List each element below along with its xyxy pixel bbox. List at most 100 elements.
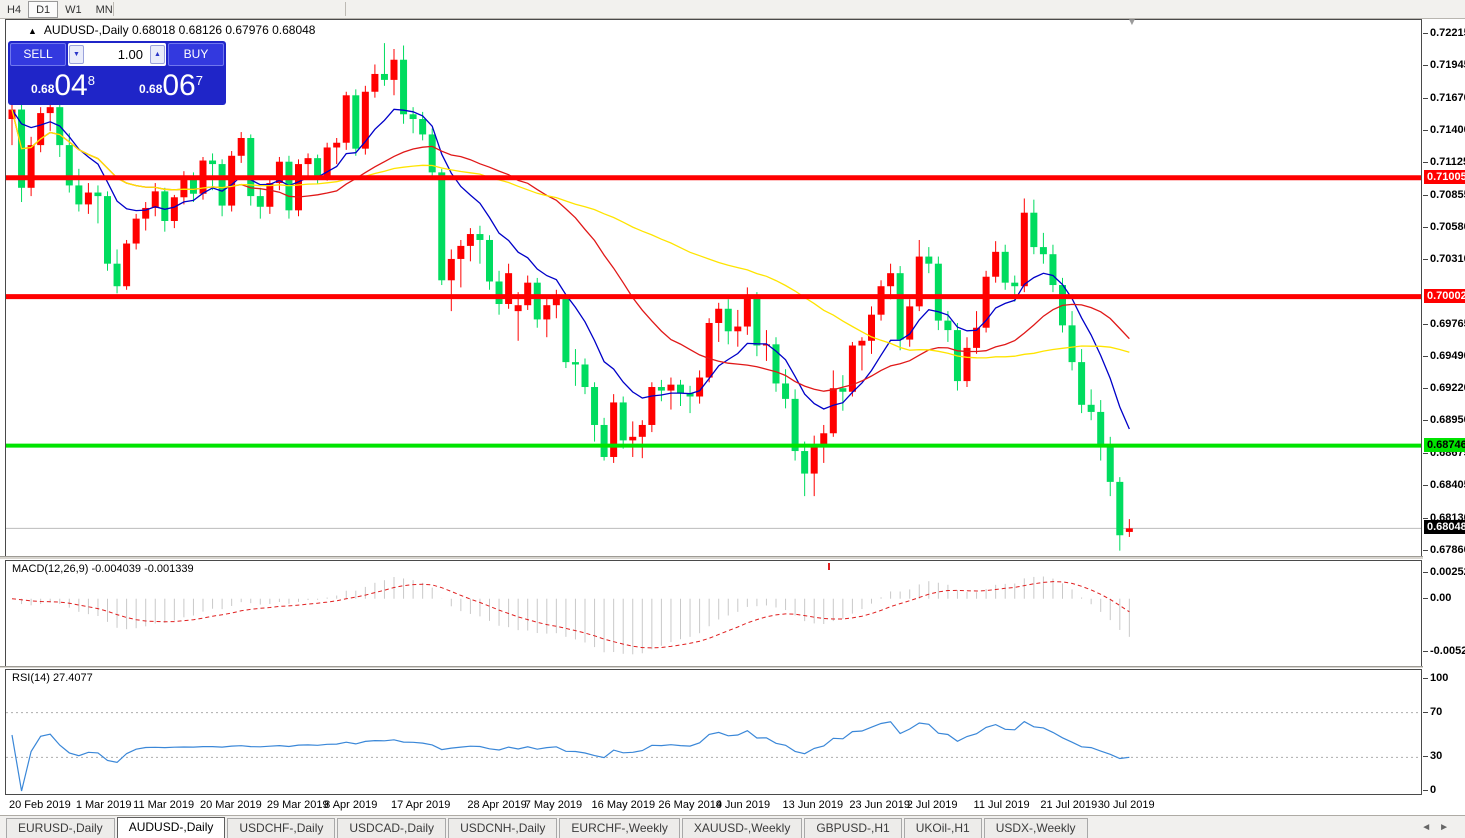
macd-label: MACD(12,26,9) -0.004039 -0.001339 — [12, 563, 194, 575]
collapse-arrow-icon[interactable]: ▲ — [28, 26, 37, 36]
timeframe-button-w1[interactable]: W1 — [58, 2, 89, 19]
chart-tab-usdx-weekly[interactable]: USDX-,Weekly — [984, 818, 1088, 838]
chart-tab-usdcnh-daily[interactable]: USDCNH-,Daily — [448, 818, 557, 838]
date-label: 23 Jun 2019 — [849, 799, 910, 811]
sell-button[interactable]: SELL — [10, 43, 66, 66]
toolbar-separator — [345, 2, 346, 16]
axis-tick — [1423, 388, 1428, 389]
buy-button[interactable]: BUY — [168, 43, 224, 66]
buy-price-prefix: 0.68 — [139, 82, 162, 96]
panel-splitter[interactable] — [0, 556, 1465, 560]
candle-body — [1002, 252, 1009, 283]
chart-tab-gbpusd-h1[interactable]: GBPUSD-,H1 — [804, 818, 901, 838]
chart-tab-xauusd-weekly[interactable]: XAUUSD-,Weekly — [682, 818, 802, 838]
chart-shift-marker-icon[interactable]: ▼ — [1127, 17, 1137, 28]
chart-tab-eurchf-weekly[interactable]: EURCHF-,Weekly — [559, 818, 679, 838]
rsi-label: RSI(14) 27.4077 — [12, 672, 93, 684]
candle-body — [648, 387, 655, 425]
tab-scroll-right-icon[interactable]: ► — [1439, 822, 1457, 833]
axis-tick — [1423, 259, 1428, 260]
volume-stepper: ▼ ▲ — [68, 43, 166, 66]
axis-tick — [1423, 33, 1428, 34]
price-axis[interactable]: 0.722150.719450.716700.714000.711250.708… — [1423, 19, 1465, 815]
panel-splitter[interactable] — [0, 666, 1465, 669]
candle-body — [1116, 482, 1123, 535]
date-label: 13 Jun 2019 — [783, 799, 844, 811]
buy-price-display[interactable]: 0.68 06 7 — [118, 68, 224, 102]
candle-body — [476, 234, 483, 240]
candle-body — [219, 164, 226, 206]
sell-price-display[interactable]: 0.68 04 8 — [10, 68, 116, 102]
timeframe-button-h4[interactable]: H4 — [0, 2, 28, 19]
candle-body — [486, 240, 493, 282]
axis-tick — [1423, 162, 1428, 163]
axis-tick — [1423, 98, 1428, 99]
chart-ohlc-values: 0.68018 0.68126 0.67976 0.68048 — [132, 23, 316, 37]
date-label: 30 Jul 2019 — [1098, 799, 1155, 811]
timeframe-button-mn[interactable]: MN — [89, 2, 120, 19]
timeframe-button-d1[interactable]: D1 — [28, 1, 58, 18]
candle-body — [1097, 412, 1104, 448]
chart-tab-audusd-daily[interactable]: AUDUSD-,Daily — [117, 817, 226, 838]
candle-body — [572, 362, 579, 364]
candle-body — [658, 387, 665, 391]
candle-body — [562, 298, 569, 362]
candle-body — [133, 219, 140, 244]
candle-body — [591, 387, 598, 425]
macd-panel[interactable] — [5, 560, 1422, 667]
candle-body — [114, 264, 121, 287]
chart-tab-usdcad-daily[interactable]: USDCAD-,Daily — [337, 818, 446, 838]
candle-body — [457, 246, 464, 259]
price-tick-label: 0.69490 — [1430, 350, 1465, 362]
candle-body — [1011, 283, 1018, 287]
price-tick-label: 0.69220 — [1430, 382, 1465, 394]
date-label: 26 May 2019 — [658, 799, 722, 811]
axis-tick — [1423, 356, 1428, 357]
rsi-tick-label: 70 — [1430, 706, 1442, 718]
volume-increase-icon[interactable]: ▲ — [150, 45, 165, 64]
chart-tab-usdchf-daily[interactable]: USDCHF-,Daily — [227, 818, 335, 838]
rsi-tick-label: 100 — [1430, 672, 1448, 684]
macd-tick-label: -0.005234 — [1430, 645, 1465, 657]
candle-body — [75, 185, 82, 204]
candle-body — [601, 425, 608, 457]
candle-body — [343, 95, 350, 142]
axis-tick — [1423, 756, 1428, 757]
axis-tick — [1423, 324, 1428, 325]
candle-body — [1069, 325, 1076, 362]
date-label: 17 Apr 2019 — [391, 799, 450, 811]
candle-body — [715, 309, 722, 323]
chart-tab-ukoil-h1[interactable]: UKOil-,H1 — [904, 818, 982, 838]
rsi-line — [12, 722, 1129, 791]
tab-scroll-left-icon[interactable]: ◄ — [1421, 822, 1439, 833]
candle-body — [639, 425, 646, 437]
candle-body — [878, 286, 885, 314]
candle-body — [1040, 247, 1047, 254]
axis-tick — [1423, 790, 1428, 791]
candle-body — [944, 321, 951, 330]
candle-body — [333, 143, 340, 148]
date-label: 20 Mar 2019 — [200, 799, 262, 811]
price-tick-label: 0.70310 — [1430, 253, 1465, 265]
timeframe-toolbar: H4D1W1MN — [0, 0, 1465, 19]
candle-body — [448, 259, 455, 280]
date-label: 11 Jul 2019 — [974, 799, 1030, 811]
axis-tick — [1423, 65, 1428, 66]
price-tick-label: 0.71670 — [1430, 92, 1465, 104]
candle-body — [667, 385, 674, 391]
chart-tab-eurusd-daily[interactable]: EURUSD-,Daily — [6, 818, 115, 838]
candle-body — [28, 145, 35, 188]
volume-input[interactable] — [85, 47, 149, 62]
rsi-panel[interactable] — [5, 669, 1422, 795]
candle-body — [734, 327, 741, 332]
date-label: 4 Jun 2019 — [716, 799, 770, 811]
candle-body — [94, 193, 101, 197]
candle-body — [266, 183, 273, 207]
date-axis[interactable]: 20 Feb 20191 Mar 201911 Mar 201920 Mar 2… — [5, 796, 1422, 815]
candle-body — [811, 446, 818, 473]
candle-body — [925, 257, 932, 264]
candle-body — [104, 196, 111, 264]
mid-sma-line — [12, 110, 1129, 392]
volume-decrease-icon[interactable]: ▼ — [69, 45, 84, 64]
candle-body — [1078, 362, 1085, 405]
